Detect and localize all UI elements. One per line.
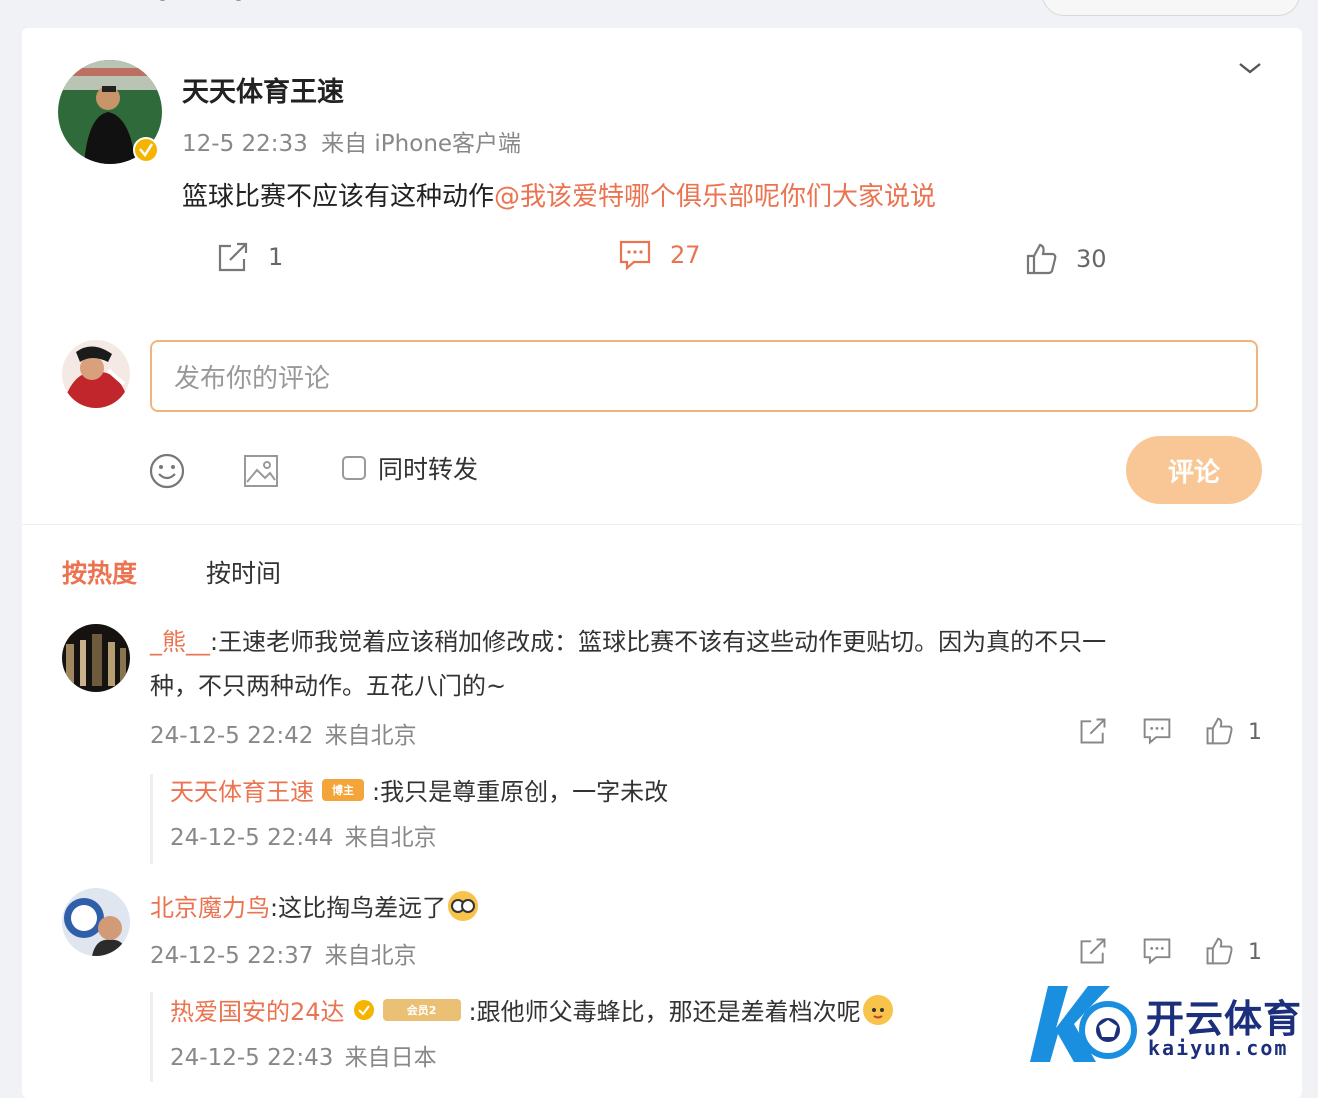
comment-location: 来自北京 bbox=[324, 943, 417, 969]
member-badge: 会员2 bbox=[382, 998, 461, 1021]
comment-count: 27 bbox=[670, 241, 701, 269]
thumbs-up-icon bbox=[1026, 243, 1057, 275]
repost-icon[interactable] bbox=[1078, 936, 1108, 966]
verified-badge-icon bbox=[133, 137, 159, 163]
comment-body: _熊__:王速老师我觉着应该稍加修改成：篮球比赛不该有这些动作更贴切。因为真的不… bbox=[150, 620, 1230, 708]
reply-text: :跟他师父毒蜂比，那还是差着档次呢 bbox=[468, 998, 861, 1026]
like-count: 30 bbox=[1076, 245, 1107, 273]
post-source: 来自 iPhone客户端 bbox=[321, 131, 522, 157]
reply-time: 24-12-5 22:44 bbox=[170, 825, 334, 851]
thumbs-up-icon[interactable] bbox=[1204, 936, 1234, 966]
top-fragment-mark bbox=[160, 0, 165, 1]
comment-meta: 24-12-5 22:42 来自北京 bbox=[150, 716, 417, 750]
reply-meta: 24-12-5 22:44 来自北京 bbox=[170, 818, 437, 852]
comment-like-count: 1 bbox=[1248, 940, 1262, 965]
verified-badge-icon bbox=[353, 999, 374, 1020]
current-user-avatar[interactable] bbox=[62, 340, 130, 408]
watermark-domain: kaiyun.com bbox=[1148, 1036, 1289, 1060]
repost-count: 1 bbox=[268, 243, 284, 271]
divider bbox=[22, 524, 1302, 525]
comment-username[interactable]: _熊__ bbox=[150, 628, 210, 656]
top-fragment-mark bbox=[236, 0, 241, 1]
comment-icon[interactable] bbox=[1142, 936, 1172, 966]
post-card: 天天体育王速 12-5 22:33 来自 iPhone客户端 篮球比赛不应该有这… bbox=[22, 28, 1302, 1098]
tab-sort-time[interactable]: 按时间 bbox=[206, 554, 281, 590]
comment-location: 来自北京 bbox=[324, 723, 417, 749]
reply-body: 热爱国安的24达 会员2 :跟他师父毒蜂比，那还是差着档次呢 bbox=[170, 992, 893, 1027]
watermark-name: 开云体育 bbox=[1146, 997, 1303, 1041]
reply-indent-bar bbox=[150, 774, 153, 864]
commenter-avatar[interactable] bbox=[62, 624, 130, 692]
author-badge: 博主 bbox=[322, 778, 364, 801]
commenter-avatar[interactable] bbox=[62, 888, 130, 956]
forward-label[interactable]: 同时转发 bbox=[378, 450, 478, 486]
repost-icon[interactable] bbox=[1078, 716, 1108, 746]
repost-icon bbox=[218, 242, 248, 272]
glasses-emoji-icon bbox=[448, 890, 479, 921]
forward-checkbox[interactable] bbox=[342, 456, 366, 480]
comment-input-placeholder: 发布你的评论 bbox=[174, 363, 331, 394]
reply-username[interactable]: 热爱国安的24达 bbox=[170, 992, 345, 1027]
repost-button[interactable]: 1 bbox=[216, 240, 283, 274]
tab-sort-hot[interactable]: 按热度 bbox=[62, 554, 137, 590]
kaiyun-watermark: 开云体育 kaiyun.com bbox=[1030, 978, 1310, 1068]
emoji-icon[interactable] bbox=[148, 452, 186, 490]
comment-like-count: 1 bbox=[1248, 720, 1262, 745]
submit-comment-button[interactable]: 评论 bbox=[1126, 436, 1262, 504]
reply-location: 来自北京 bbox=[344, 825, 437, 851]
author-name[interactable]: 天天体育王速 bbox=[182, 70, 344, 109]
thumbs-up-icon[interactable] bbox=[1204, 716, 1234, 746]
comment-meta: 24-12-5 22:37 来自北京 bbox=[150, 936, 417, 970]
comment-icon bbox=[619, 240, 651, 271]
image-upload-icon[interactable] bbox=[242, 452, 280, 490]
post-mention[interactable]: @我该爱特哪个俱乐部呢你们大家说说 bbox=[494, 182, 936, 212]
comment-time: 24-12-5 22:42 bbox=[150, 723, 314, 749]
comment-input[interactable]: 发布你的评论 bbox=[150, 340, 1258, 412]
post-text: 篮球比赛不应该有这种动作 bbox=[182, 182, 495, 212]
post-body: 篮球比赛不应该有这种动作@我该爱特哪个俱乐部呢你们大家说说 bbox=[182, 176, 936, 213]
comment-text: :王速老师我觉着应该稍加修改成：篮球比赛不该有这些动作更贴切。因为真的不只一 bbox=[210, 628, 1107, 656]
kaiyun-logo-icon bbox=[1030, 986, 1137, 1062]
reply-location: 来自日本 bbox=[344, 1045, 437, 1071]
like-button[interactable]: 30 bbox=[1024, 242, 1107, 276]
reply-body: 天天体育王速 博主 :我只是尊重原创，一字未改 bbox=[170, 772, 668, 807]
comment-button[interactable]: 27 bbox=[618, 238, 701, 272]
comment-text-cont: 种，不只两种动作。五花八门的~ bbox=[150, 672, 507, 700]
reply-username[interactable]: 天天体育王速 bbox=[170, 772, 314, 807]
comment-username[interactable]: 北京魔力鸟 bbox=[150, 888, 270, 923]
reply-time: 24-12-5 22:43 bbox=[170, 1045, 334, 1071]
top-search-pill[interactable] bbox=[1042, 0, 1300, 16]
reply-meta: 24-12-5 22:43 来自日本 bbox=[170, 1038, 437, 1072]
chevron-down-icon[interactable] bbox=[1236, 58, 1264, 78]
cat-emoji-icon bbox=[862, 994, 893, 1025]
post-meta: 12-5 22:33 来自 iPhone客户端 bbox=[182, 124, 521, 158]
reply-indent-bar bbox=[150, 992, 153, 1082]
comment-icon[interactable] bbox=[1142, 716, 1172, 746]
comment-text: :这比掏鸟差远了 bbox=[270, 894, 447, 922]
comment-body: 北京魔力鸟:这比掏鸟差远了 bbox=[150, 888, 479, 923]
reply-text: :我只是尊重原创，一字未改 bbox=[372, 778, 669, 806]
comment-time: 24-12-5 22:37 bbox=[150, 943, 314, 969]
post-time[interactable]: 12-5 22:33 bbox=[182, 131, 308, 157]
